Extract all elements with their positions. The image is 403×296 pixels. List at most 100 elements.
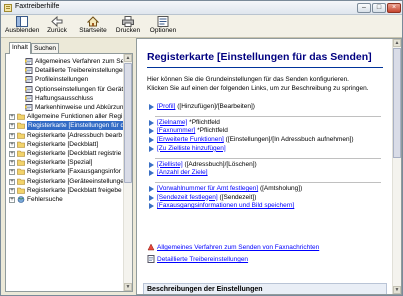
topic-link[interactable]: [Zielname] xyxy=(157,119,187,126)
tree-item[interactable]: + Registerkarte [Deckblatt registrie xyxy=(6,149,125,158)
tree-item[interactable]: + Registerkarte [Geräteeinstellunge xyxy=(6,177,125,186)
tree-item[interactable]: + Registerkarte [Adressbuch bearb xyxy=(6,131,125,140)
jump-arrow-icon xyxy=(149,170,154,177)
tree-item[interactable]: Markenhinweise und Abkürzunge xyxy=(6,103,125,112)
tab-contents[interactable]: Inhalt xyxy=(9,42,31,54)
scroll-up-arrow-icon[interactable]: ▲ xyxy=(124,54,132,62)
jump-arrow-icon xyxy=(149,203,154,210)
link-row: [Zu Zielliste hinzufügen] xyxy=(149,145,226,153)
related-link[interactable]: Detaillierte Treibereinstellungen xyxy=(157,256,248,263)
topic-content: Registerkarte [Einstellungen für das Sen… xyxy=(137,39,393,294)
jump-arrow-icon xyxy=(149,145,154,152)
topic-link[interactable]: [Zielliste] xyxy=(157,161,183,168)
tree-scrollbar[interactable]: ▲ ▼ xyxy=(123,54,132,291)
folder-icon xyxy=(17,159,25,166)
link-row: [Zielname] *Pflichtfeld xyxy=(149,118,220,127)
topic-link[interactable]: [Erweiterte Funktionen] xyxy=(157,136,224,143)
tree-item[interactable]: + Registerkarte [Deckblatt] xyxy=(6,140,125,149)
maximize-button[interactable]: □ xyxy=(372,3,386,13)
home-button[interactable]: Startseite xyxy=(79,16,107,37)
scroll-thumb[interactable] xyxy=(393,48,401,158)
related-link[interactable]: Allgemeines Verfahren zum Senden von Fax… xyxy=(157,244,319,251)
tree-item[interactable]: Detaillierte Treibereinstellungen xyxy=(6,66,125,75)
expand-plus-icon[interactable]: + xyxy=(9,123,15,130)
link-row: [Zielliste] ([Adressbuch]/[Löschen]) xyxy=(149,161,257,169)
expand-plus-icon[interactable]: + xyxy=(9,187,15,194)
jump-arrow-icon xyxy=(149,104,154,110)
topic-link[interactable]: [Anzahl der Ziele] xyxy=(157,169,208,176)
topic-link[interactable]: [Vorwahlnummer für Amt festlegen] xyxy=(157,185,258,192)
print-button[interactable]: Drucken xyxy=(115,16,141,37)
topic-link[interactable]: [Faxnummer] xyxy=(157,127,195,134)
minimize-button[interactable]: – xyxy=(357,3,371,13)
scroll-down-arrow-icon[interactable]: ▼ xyxy=(393,286,401,294)
expand-plus-icon[interactable]: + xyxy=(9,114,15,121)
topic-scrollbar[interactable]: ▲ ▼ xyxy=(392,39,401,294)
tree-item[interactable]: Profileinstellungen xyxy=(6,75,125,84)
close-button[interactable]: × xyxy=(387,3,401,13)
jump-arrow-icon xyxy=(149,161,154,168)
jump-arrow-icon xyxy=(149,137,154,144)
tree-item[interactable]: + Fehlersuche xyxy=(6,195,125,204)
options-button[interactable]: Optionen xyxy=(149,16,177,37)
tree-item[interactable]: Allgemeines Verfahren zum Send xyxy=(6,57,125,66)
topic-link[interactable]: [Sendezeit festlegen] xyxy=(157,194,218,201)
folder-icon xyxy=(17,132,25,139)
page-icon xyxy=(25,94,33,102)
link-note: ([Einstellungen]/[In Adressbuch aufnehme… xyxy=(223,136,354,144)
help-app-icon xyxy=(4,4,12,12)
related-link-row: Detaillierte Treibereinstellungen xyxy=(147,255,248,264)
scroll-thumb[interactable] xyxy=(124,63,132,183)
topic-link[interactable]: [Zu Zielliste hinzufügen] xyxy=(157,145,226,152)
tree-item-label: Registerkarte [Deckblatt] xyxy=(27,140,99,148)
back-button[interactable]: Zurück xyxy=(45,16,69,37)
expand-plus-icon[interactable]: + xyxy=(9,160,15,167)
related-link-row: Allgemeines Verfahren zum Senden von Fax… xyxy=(147,243,319,252)
expand-plus-icon[interactable]: + xyxy=(9,169,15,176)
expand-plus-icon[interactable]: + xyxy=(9,132,15,139)
tree-item[interactable]: + Registerkarte [Einstellungen für d xyxy=(6,121,125,131)
tree-item[interactable]: Optionseinstellungen für Geräte xyxy=(6,85,125,94)
page-icon xyxy=(147,255,155,263)
back-arrow-icon xyxy=(51,16,63,27)
scroll-up-arrow-icon[interactable]: ▲ xyxy=(393,39,401,47)
hide-button[interactable]: Ausblenden xyxy=(5,16,39,37)
topic-pane: Registerkarte [Einstellungen für das Sen… xyxy=(136,38,402,295)
page-icon xyxy=(25,76,33,84)
expand-plus-icon[interactable]: + xyxy=(9,151,15,157)
expand-plus-icon[interactable]: + xyxy=(9,178,15,185)
topic-link[interactable]: [Profil] xyxy=(157,103,175,110)
page-icon xyxy=(25,85,33,93)
tree-item[interactable]: + Registerkarte [Faxausgangsinfor xyxy=(6,167,125,176)
page-icon xyxy=(25,67,33,75)
intro-text: Hier können Sie die Grundeinstellungen f… xyxy=(147,76,349,83)
tree-item[interactable]: + Allgemeine Funktionen aller Regi xyxy=(6,112,125,121)
link-row: [Anzahl der Ziele] xyxy=(149,169,208,177)
jump-arrow-icon xyxy=(149,128,154,135)
hide-pane-icon xyxy=(16,16,28,27)
expand-plus-icon[interactable]: + xyxy=(9,197,15,203)
tree-item-label: Haftungsausschluss xyxy=(35,94,94,102)
tree-item[interactable]: + Registerkarte [Deckblatt freigebe xyxy=(6,186,125,195)
intro-text-2: Klicken Sie auf einen der folgenden Link… xyxy=(147,85,369,92)
tree-item-label: Registerkarte [Einstellungen für d xyxy=(27,121,125,131)
tree-item-label: Registerkarte [Adressbuch bearb xyxy=(27,131,123,139)
tree-item-label: Registerkarte [Faxausgangsinfor xyxy=(27,168,121,176)
link-note: *Pflichtfeld xyxy=(187,118,220,126)
folder-icon xyxy=(17,141,25,148)
link-row: [Faxausgangsinformationen und Bild speic… xyxy=(149,202,294,210)
tree-item-label: Fehlersuche xyxy=(27,196,63,203)
group-divider xyxy=(155,115,381,117)
tree-item[interactable]: Haftungsausschluss xyxy=(6,94,125,103)
jump-arrow-icon xyxy=(149,119,154,126)
tree-item[interactable]: + Registerkarte [Spezial] xyxy=(6,158,125,167)
options-label: Optionen xyxy=(149,27,177,34)
tree-item-label: Registerkarte [Deckblatt freigebe xyxy=(27,186,122,194)
link-row: [Profil] ([Hinzufügen]/[Bearbeiten]) xyxy=(149,103,255,111)
expand-plus-icon[interactable]: + xyxy=(9,141,15,148)
topic-link[interactable]: [Faxausgangsinformationen und Bild speic… xyxy=(157,202,294,209)
link-row: [Vorwahlnummer für Amt festlegen] ([Amts… xyxy=(149,185,302,193)
title-bar[interactable]: Faxtreiberhilfe – □ × xyxy=(1,1,402,15)
toolbar: Ausblenden Zurück Startseite Drucken Opt… xyxy=(1,15,402,38)
scroll-down-arrow-icon[interactable]: ▼ xyxy=(124,283,132,291)
